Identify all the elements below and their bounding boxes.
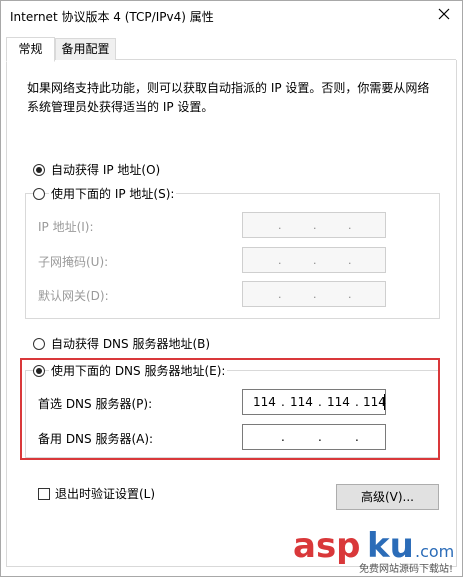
subnet-mask-input[interactable]: ... xyxy=(242,247,386,273)
radio-auto-dns[interactable] xyxy=(33,338,45,350)
svg-text:免费网站源码下载站!: 免费网站源码下载站! xyxy=(359,562,453,575)
title-bar: Internet 协议版本 4 (TCP/IPv4) 属性 xyxy=(1,1,462,29)
description-text: 如果网络支持此功能，则可以获取自动指派的 IP 设置。否则，你需要从网络系统管理… xyxy=(27,81,430,114)
validate-on-exit-checkbox[interactable] xyxy=(38,488,50,500)
svg-text:.com: .com xyxy=(415,542,454,561)
default-gateway-input[interactable]: ... xyxy=(242,281,386,307)
radio-manual-ip[interactable] xyxy=(33,188,45,200)
ip-address-label: IP 地址(I): xyxy=(38,220,94,234)
subnet-mask-label: 子网掩码(U): xyxy=(38,255,109,269)
svg-text:ku: ku xyxy=(367,526,414,566)
auto-dns-label: 自动获得 DNS 服务器地址(B) xyxy=(51,337,211,351)
tab-alternate-configuration[interactable]: 备用配置 xyxy=(55,38,116,60)
radio-auto-ip[interactable] xyxy=(33,164,45,176)
highlight-annotation xyxy=(20,358,440,460)
manual-ip-label: 使用下面的 IP 地址(S): xyxy=(49,185,177,202)
tab-general[interactable]: 常规 xyxy=(6,37,55,62)
auto-ip-label: 自动获得 IP 地址(O) xyxy=(51,163,161,177)
window-title: Internet 协议版本 4 (TCP/IPv4) 属性 xyxy=(10,10,214,24)
default-gateway-label: 默认网关(D): xyxy=(38,289,109,303)
validate-on-exit-label: 退出时验证设置(L) xyxy=(55,487,156,501)
watermark-logo: asp ku .com 免费网站源码下载站! xyxy=(293,523,459,575)
svg-text:asp: asp xyxy=(293,526,361,566)
close-icon[interactable] xyxy=(432,3,456,25)
advanced-button[interactable]: 高级(V)... xyxy=(336,484,439,510)
ip-address-input[interactable]: ... xyxy=(242,212,386,238)
